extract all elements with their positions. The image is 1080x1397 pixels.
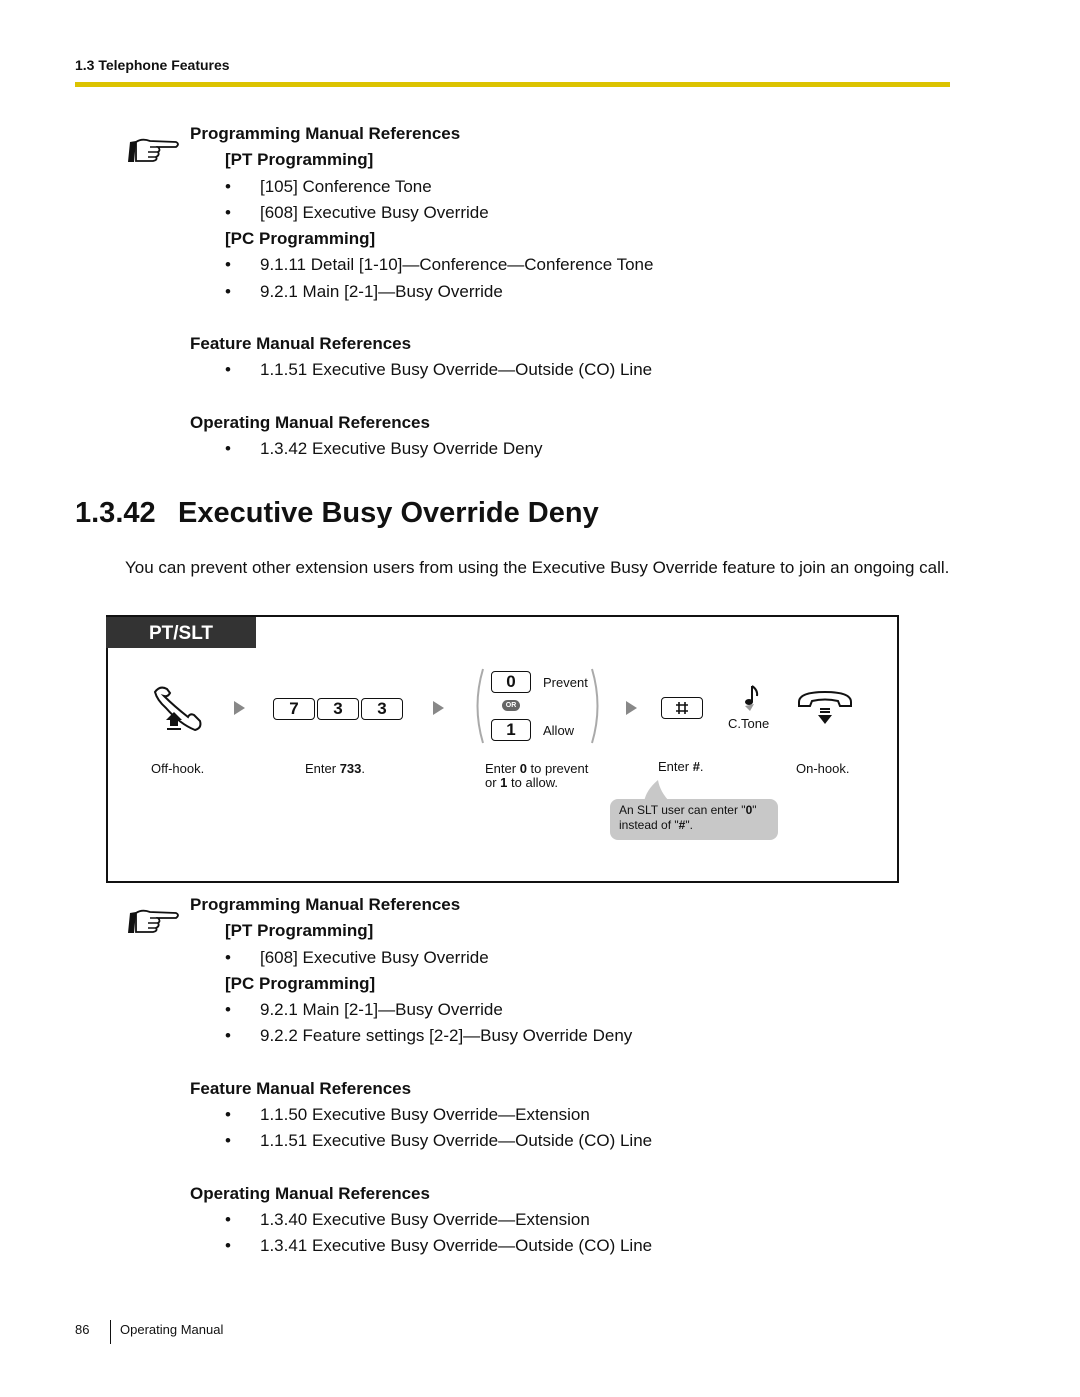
page-number: 86 — [75, 1322, 90, 1337]
section-heading: Executive Busy Override Deny — [178, 497, 599, 529]
arrow-right-icon — [626, 701, 637, 715]
intro-paragraph: You can prevent other extension users fr… — [125, 558, 950, 577]
pointing-hand-icon — [128, 909, 179, 933]
section-number: 1.3.42 — [75, 497, 156, 529]
key-3: 3 — [317, 698, 359, 720]
list-item: • 1.1.51 Executive Busy Override—Outside … — [225, 1131, 653, 1151]
programming-heading: Programming Manual References — [190, 124, 461, 143]
list-item: • [608] Executive Busy Override — [225, 947, 489, 967]
key-7: 7 — [273, 698, 315, 720]
caption-offhook: Off-hook. — [151, 761, 205, 776]
arrow-right-icon — [234, 701, 245, 715]
bottom-references: Programming Manual References [PT Progra… — [190, 892, 652, 1260]
list-item: • 9.2.2 Feature settings [2-2]—Busy Overr… — [225, 1026, 633, 1046]
operating-heading: Operating Manual References — [190, 412, 430, 432]
list-item: • [608] Executive Busy Override — [225, 202, 489, 222]
pt-heading: [PT Programming] — [225, 921, 374, 941]
footer-label: Operating Manual — [120, 1322, 224, 1337]
list-item: • 1.1.50 Executive Busy Override—Extensio… — [225, 1105, 590, 1125]
list-item: • 9.2.1 Main [2-1]—Busy Override — [225, 281, 503, 301]
pointing-hand-icon — [128, 138, 179, 162]
running-head: 1.3 Telephone Features — [75, 57, 230, 73]
conference-tone-icon — [745, 685, 759, 711]
option-allow: Allow — [543, 723, 575, 738]
header-rule — [75, 82, 950, 87]
list-item: • 9.2.1 Main [2-1]—Busy Override — [225, 1000, 503, 1020]
caption-choice: Enter 0 to prevent or 1 to allow. — [485, 761, 589, 790]
feature-heading: Feature Manual References — [190, 334, 412, 354]
procedure-tab: PT/SLT — [106, 617, 256, 648]
section-title: 1.3.42 Executive Busy Override Deny — [75, 497, 599, 530]
caption-onhook: On-hook. — [796, 761, 850, 776]
or-badge: OR — [502, 700, 520, 711]
key-3: 3 — [361, 698, 403, 720]
key-0: 0 — [491, 671, 531, 693]
list-item: • 9.1.11 Detail [1-10]—Conference—Confere… — [225, 255, 654, 275]
arrow-right-icon — [433, 701, 444, 715]
hash-icon — [676, 702, 688, 714]
procedure-box — [106, 615, 899, 883]
key-1: 1 — [491, 719, 531, 741]
list-item: • 1.3.42 Executive Busy Override Deny — [225, 438, 543, 458]
caption-enter-733: Enter 733. — [305, 761, 366, 776]
key-hash — [661, 697, 703, 719]
list-item: • 1.3.41 Executive Busy Override—Outside … — [225, 1236, 653, 1256]
slt-note-bubble: An SLT user can enter "0" instead of "#"… — [610, 799, 778, 840]
on-hook-icon — [798, 690, 852, 724]
pc-heading: [PC Programming] — [225, 973, 376, 993]
ctone-label: C.Tone — [728, 716, 770, 731]
operating-heading: Operating Manual References — [190, 1183, 430, 1203]
option-prevent: Prevent — [543, 675, 588, 690]
top-references: Programming Manual References [PT Progra… — [190, 121, 653, 462]
programming-heading: Programming Manual References — [190, 895, 461, 914]
feature-heading: Feature Manual References — [190, 1078, 412, 1098]
caption-enter-hash: Enter #. — [658, 759, 704, 774]
list-item: • 1.1.51 Executive Busy Override—Outside … — [225, 360, 653, 380]
footer-divider — [110, 1320, 111, 1344]
list-item: • [105] Conference Tone — [225, 176, 432, 196]
pt-heading: [PT Programming] — [225, 150, 374, 170]
off-hook-icon — [153, 686, 202, 732]
list-item: • 1.3.40 Executive Busy Override—Extensio… — [225, 1209, 590, 1229]
pc-heading: [PC Programming] — [225, 229, 376, 249]
